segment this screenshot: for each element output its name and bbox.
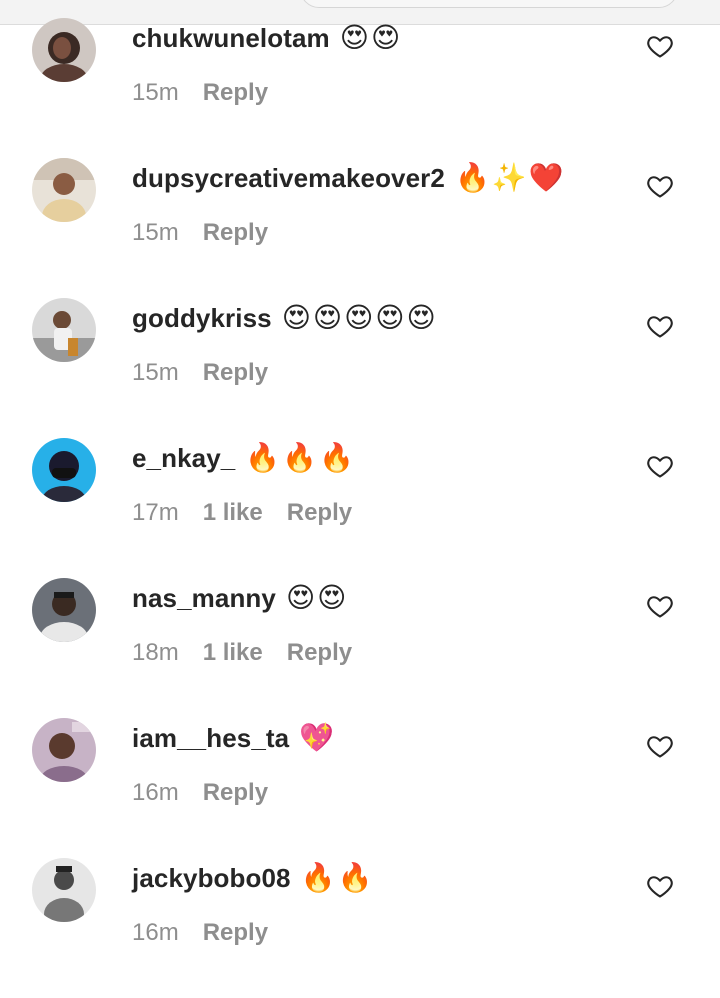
- comment-time: 15m: [132, 219, 179, 246]
- comment-username[interactable]: dupsycreativemakeover2: [132, 163, 445, 194]
- comment-time: 17m: [132, 499, 179, 526]
- comment-time: 15m: [132, 79, 179, 106]
- comment-text: 🔥✨❤️: [454, 162, 566, 193]
- comment-item: e_nkay_ 🔥🔥🔥 17m 1 like Reply: [0, 438, 720, 578]
- comment-text: 😍😍: [339, 22, 403, 53]
- comment-text: 🔥🔥: [300, 862, 375, 893]
- heart-outline-icon[interactable]: [646, 732, 674, 760]
- comment-text: 😍😍😍😍😍: [281, 302, 438, 333]
- comment-username[interactable]: goddykriss: [132, 303, 272, 334]
- comment-item: iam__hes_ta 💖 16m Reply: [0, 718, 720, 858]
- heart-outline-icon[interactable]: [646, 452, 674, 480]
- comment-username[interactable]: jackybobo08: [132, 863, 291, 894]
- comment-time: 15m: [132, 359, 179, 386]
- avatar[interactable]: [32, 578, 96, 642]
- heart-outline-icon[interactable]: [646, 312, 674, 340]
- comment-text: 😍😍: [285, 582, 349, 613]
- comment-text: 💖: [299, 722, 337, 753]
- comment-time: 16m: [132, 779, 179, 806]
- comment-text: 🔥🔥🔥: [245, 442, 356, 473]
- comment-username[interactable]: chukwunelotam: [132, 23, 330, 54]
- reply-button[interactable]: Reply: [203, 779, 268, 807]
- avatar[interactable]: [32, 18, 96, 82]
- heart-outline-icon[interactable]: [646, 592, 674, 620]
- comment-time: 18m: [132, 639, 179, 666]
- avatar[interactable]: [32, 158, 96, 222]
- avatar[interactable]: [32, 298, 96, 362]
- avatar[interactable]: [32, 438, 96, 502]
- comment-item: nas_manny 😍😍 18m 1 like Reply: [0, 578, 720, 718]
- comment-item: dupsycreativemakeover2 🔥✨❤️ 15m Reply: [0, 158, 720, 298]
- comment-username[interactable]: iam__hes_ta: [132, 723, 289, 754]
- heart-outline-icon[interactable]: [646, 872, 674, 900]
- reply-button[interactable]: Reply: [203, 219, 268, 247]
- like-count[interactable]: 1 like: [203, 639, 263, 667]
- heart-outline-icon[interactable]: [646, 172, 674, 200]
- heart-outline-icon[interactable]: [646, 32, 674, 60]
- reply-button[interactable]: Reply: [203, 79, 268, 107]
- comment-time: 16m: [132, 919, 179, 946]
- comment-item: jackybobo08 🔥🔥 16m Reply: [0, 858, 720, 998]
- reply-button[interactable]: Reply: [203, 919, 268, 947]
- search-bar[interactable]: [300, 0, 678, 8]
- reply-button[interactable]: Reply: [203, 359, 268, 387]
- avatar[interactable]: [32, 718, 96, 782]
- like-count[interactable]: 1 like: [203, 499, 263, 527]
- comment-item: chukwunelotam 😍😍 15m Reply: [0, 18, 720, 158]
- avatar[interactable]: [32, 858, 96, 922]
- reply-button[interactable]: Reply: [287, 499, 352, 527]
- comment-username[interactable]: e_nkay_: [132, 443, 235, 474]
- comment-username[interactable]: nas_manny: [132, 583, 276, 614]
- reply-button[interactable]: Reply: [287, 639, 352, 667]
- comment-item: goddykriss 😍😍😍😍😍 15m Reply: [0, 298, 720, 438]
